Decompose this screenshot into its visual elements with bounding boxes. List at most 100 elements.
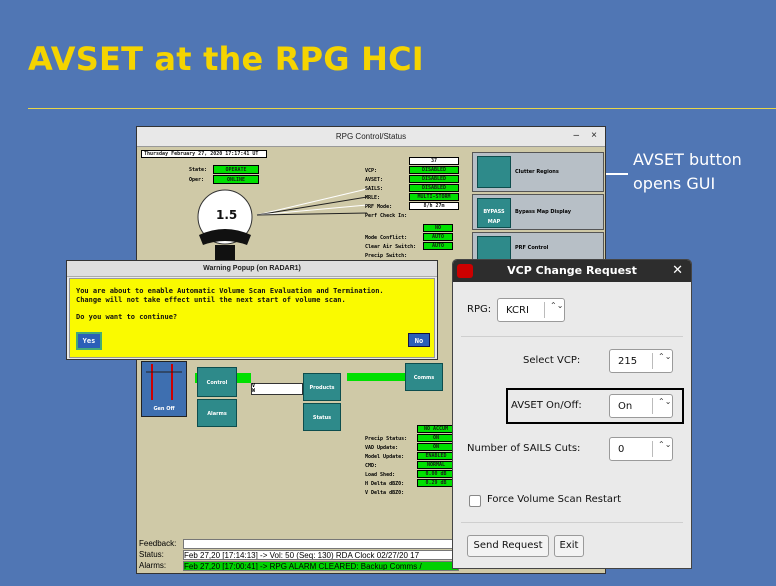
clutter-regions-button[interactable]: Clutter Regions	[472, 152, 604, 192]
mode-conflict-value: NO	[423, 224, 453, 232]
v-delta-label: V Delta dBZ0:	[365, 490, 405, 496]
gen-off-label: Gen Off	[153, 406, 175, 412]
divider	[461, 522, 683, 523]
mode-row: Clear Air Switch: AUTO	[365, 233, 461, 250]
select-vcp-spinner[interactable]: 215 ⌃⌄	[609, 349, 673, 373]
vcp-close-icon[interactable]: ✕	[672, 263, 683, 278]
status-panel: VCP: 37 AVSET: DISABLED SAILS: DISABLED …	[365, 157, 461, 219]
clear-air-value: AUTO	[423, 233, 453, 241]
spinner-divider	[652, 441, 653, 457]
bottom-row: V Delta dBZ0: 0.29 dB	[365, 479, 457, 496]
rpg-titlebar: RPG Control/Status – ×	[137, 127, 605, 147]
comms-block[interactable]: Comms	[405, 363, 443, 391]
rpg-select-value: KCRI	[506, 305, 529, 316]
prf-icon	[477, 236, 511, 260]
state-label: State:	[189, 167, 208, 173]
bypass-map-label: Bypass Map Display	[515, 209, 571, 215]
chevron-updown-icon: ⌃⌄	[658, 352, 672, 361]
warning-line-2: Change will not take effect until the ne…	[76, 296, 346, 304]
status-row: Perf Check In: 8/h 27m	[365, 202, 461, 219]
warning-body: You are about to enable Automatic Volume…	[69, 278, 435, 358]
alarms-line-text: Feb 27,20 [17:00:41] -> RPG ALARM CLEARE…	[183, 561, 459, 571]
prf-control-button[interactable]: PRF Control	[472, 232, 604, 262]
vcp-value: 37	[409, 157, 459, 165]
load-shed-value: NORMAL	[417, 461, 455, 469]
exit-button[interactable]: Exit	[554, 535, 584, 557]
generator-block[interactable]: Gen Off	[141, 361, 187, 417]
model-update-value: ON	[417, 443, 455, 451]
sails-cuts-label: Number of SAILS Cuts:	[467, 443, 581, 454]
vcp-change-request-dialog: VCP Change Request ✕ RPG: KCRI ⌃⌄ Select…	[452, 259, 692, 569]
bottom-row: Load Shed: NORMAL	[365, 461, 457, 478]
radar-graphic	[197, 188, 368, 269]
bottom-row: Precip Status: NO ACCUM	[365, 425, 457, 442]
mode-panel: Mode Conflict: NO Clear Air Switch: AUTO…	[365, 224, 461, 259]
clutter-icon	[477, 156, 511, 188]
alarms-block[interactable]: Alarms	[197, 399, 237, 427]
rpg-window-title: RPG Control/Status	[335, 132, 407, 141]
precip-switch-label: Precip Switch:	[365, 253, 408, 259]
clutter-regions-label: Clutter Regions	[515, 169, 559, 175]
feedback-field	[183, 539, 483, 549]
callout-line-2: opens GUI	[633, 174, 716, 193]
v-delta-value: 0.29 dB	[417, 479, 455, 487]
prf-control-label: PRF Control	[515, 245, 549, 251]
spinner-divider	[652, 353, 653, 369]
callout-line-1: AVSET button	[633, 150, 742, 169]
products-block[interactable]: Products	[303, 373, 341, 401]
chevron-updown-icon: ⌃⌄	[550, 301, 564, 310]
rpg-select[interactable]: KCRI ⌃⌄	[497, 298, 565, 322]
select-vcp-label: Select VCP:	[523, 355, 581, 366]
elevation-angle: 1.5	[216, 208, 238, 222]
vad-update-value: ON	[417, 434, 455, 442]
state-value: OPERATE	[213, 165, 259, 174]
title-divider	[28, 108, 776, 109]
alarms-line-label: Alarms:	[139, 561, 167, 570]
status-row: PRF Mode: MULTI-STORM	[365, 193, 461, 210]
tower-icon	[146, 364, 182, 400]
bottom-row: Model Update: ON	[365, 443, 457, 460]
spinner-divider	[652, 398, 653, 414]
force-restart-checkbox[interactable]	[469, 495, 481, 507]
minimize-button[interactable]: –	[573, 130, 579, 141]
close-button[interactable]: ×	[591, 130, 597, 141]
bottom-row: H Delta dBZ0: 0.00 dB	[365, 470, 457, 487]
sails-cuts-spinner[interactable]: 0 ⌃⌄	[609, 437, 673, 461]
h-delta-value: 0.00 dB	[417, 470, 455, 478]
precip-switch-value: AUTO	[423, 242, 453, 250]
mode-row: Precip Switch: AUTO	[365, 242, 461, 259]
divider	[461, 336, 683, 337]
vcp-title: VCP Change Request	[507, 264, 637, 277]
control-block[interactable]: Control	[197, 367, 237, 397]
force-restart-label: Force Volume Scan Restart	[487, 494, 622, 505]
cmd-value: ENABLED	[417, 452, 455, 460]
avset-spinner[interactable]: On ⌃⌄	[609, 394, 673, 418]
link-indicator: VW	[251, 383, 303, 395]
warning-message: You are about to enable Automatic Volume…	[76, 287, 432, 305]
feedback-label: Feedback:	[139, 539, 177, 548]
send-request-button[interactable]: Send Request	[467, 535, 549, 557]
link-bar-2	[347, 373, 407, 381]
status-block[interactable]: Status	[303, 403, 341, 431]
perf-check-value: 8/h 27m	[409, 202, 459, 210]
sails-cuts-value: 0	[618, 444, 625, 455]
mrle-value: DISABLED	[409, 184, 459, 192]
status-row: VCP: 37	[365, 157, 461, 174]
chevron-updown-icon: ⌃⌄	[658, 397, 672, 406]
yes-button[interactable]: Yes	[76, 332, 102, 350]
avset-value[interactable]: DISABLED	[409, 166, 459, 174]
precip-status-value: NO ACCUM	[417, 425, 455, 433]
rpg-label: RPG:	[467, 304, 492, 315]
mode-row: Mode Conflict: NO	[365, 224, 461, 241]
perf-check-label: Perf Check In:	[365, 213, 408, 219]
vcp-titlebar: VCP Change Request ✕	[453, 260, 691, 282]
no-button[interactable]: No	[408, 333, 430, 347]
avset-value: On	[618, 401, 633, 412]
bypass-map-button[interactable]: BYPASS MAP Bypass Map Display	[472, 194, 604, 230]
slide-title: AVSET at the RPG HCI	[28, 40, 424, 78]
status-row[interactable]: AVSET: DISABLED	[365, 166, 461, 183]
bypass-map-icon: BYPASS MAP	[477, 198, 511, 228]
status-row: MRLE: DISABLED	[365, 184, 461, 201]
bottom-status-panel: Precip Status: NO ACCUM VAD Update: ON M…	[365, 425, 457, 496]
select-vcp-value: 215	[618, 356, 638, 367]
